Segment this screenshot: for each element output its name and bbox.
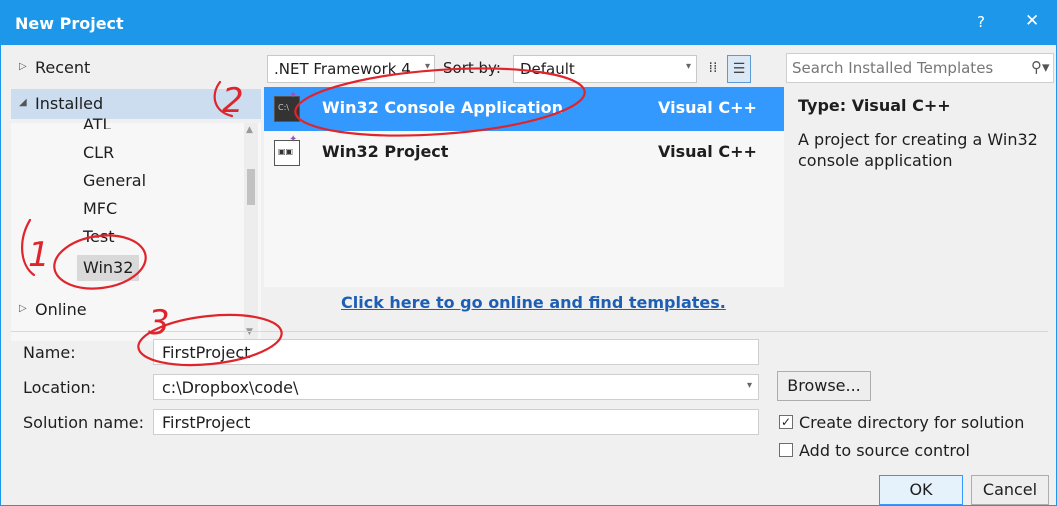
template-item-win32-console[interactable]: C:\ ✦ Win32 Console Application Visual C+… <box>264 87 784 131</box>
divider <box>11 331 1048 332</box>
checkbox-label: Add to source control <box>799 441 970 460</box>
solution-name-value: FirstProject <box>162 413 251 432</box>
tree-node-installed[interactable]: ◢ Installed <box>11 89 261 119</box>
name-label: Name: <box>23 343 76 362</box>
solution-name-label: Solution name: <box>23 413 145 432</box>
win32-project-icon: ▣▣ ✦ <box>274 134 300 166</box>
location-label: Location: <box>23 378 97 397</box>
template-type: Type: Visual C++ <box>798 96 951 115</box>
checkbox-checked-icon[interactable]: ✓ <box>779 415 793 429</box>
template-tree: ▷ Recent ◢ Installed ATL CLR General MFC… <box>11 53 261 341</box>
scroll-down-icon[interactable]: ▼ <box>246 327 253 337</box>
browse-button[interactable]: Browse... <box>777 371 871 401</box>
search-icon[interactable]: ⚲▾ <box>1031 58 1050 76</box>
name-field[interactable]: FirstProject <box>153 339 759 365</box>
tree-item-test[interactable]: Test <box>83 227 115 253</box>
find-templates-online-link[interactable]: Click here to go online and find templat… <box>341 293 726 312</box>
name-value: FirstProject <box>162 343 251 362</box>
tree-node-online[interactable]: ▷ Online <box>11 295 261 325</box>
framework-value: .NET Framework 4 <box>274 60 411 78</box>
sort-value: Default <box>520 60 575 78</box>
tree-item-general[interactable]: General <box>83 171 146 197</box>
console-app-icon: C:\ ✦ <box>274 90 300 122</box>
chevron-down-icon[interactable]: ▾ <box>747 380 752 391</box>
scrollbar-thumb[interactable] <box>247 169 255 205</box>
new-project-dialog: New Project ? ✕ ▷ Recent ◢ Installed ATL… <box>0 0 1057 506</box>
checkbox-unchecked-icon[interactable] <box>779 443 793 457</box>
search-templates-input[interactable]: Search Installed Templates ⚲▾ <box>786 53 1054 83</box>
template-list: C:\ ✦ Win32 Console Application Visual C+… <box>264 87 784 287</box>
sort-dropdown[interactable]: Default ▾ <box>513 55 697 83</box>
location-value: c:\Dropbox\code\ <box>162 378 299 397</box>
tree-node-label: Installed <box>35 94 104 113</box>
list-view-icon[interactable]: ☰ <box>727 55 751 83</box>
sort-by-label: Sort by: <box>443 59 501 77</box>
checkbox-label: Create directory for solution <box>799 413 1025 432</box>
tree-item-win32[interactable]: Win32 <box>77 255 140 281</box>
help-button[interactable]: ? <box>977 13 985 31</box>
collapse-arrow-icon[interactable]: ◢ <box>19 97 27 108</box>
scroll-up-icon[interactable]: ▲ <box>246 125 253 135</box>
template-item-win32-project[interactable]: ▣▣ ✦ Win32 Project Visual C++ <box>264 131 784 175</box>
chevron-down-icon[interactable]: ▾ <box>425 61 430 72</box>
cancel-button[interactable]: Cancel <box>971 475 1049 505</box>
framework-dropdown[interactable]: .NET Framework 4 ▾ <box>267 55 435 83</box>
tree-item-clr[interactable]: CLR <box>83 143 114 169</box>
search-placeholder: Search Installed Templates <box>792 59 994 77</box>
template-name: Win32 Project <box>322 142 449 161</box>
tree-item-atl[interactable]: ATL <box>83 115 111 129</box>
small-icons-view-icon[interactable]: ⁞⁞ <box>701 55 725 83</box>
expand-arrow-icon[interactable]: ▷ <box>19 61 27 72</box>
title-bar: New Project ? ✕ <box>1 1 1056 45</box>
template-description: A project for creating a Win32 console a… <box>798 130 1038 170</box>
tree-node-label: Online <box>35 300 87 319</box>
close-button[interactable]: ✕ <box>1025 11 1039 31</box>
dialog-title: New Project <box>15 14 124 33</box>
location-field[interactable]: c:\Dropbox\code\ ▾ <box>153 374 759 400</box>
expand-arrow-icon[interactable]: ▷ <box>19 303 27 314</box>
tree-node-recent[interactable]: ▷ Recent <box>11 53 261 83</box>
template-language: Visual C++ <box>658 98 757 117</box>
tree-item-mfc[interactable]: MFC <box>83 199 117 225</box>
template-name: Win32 Console Application <box>322 98 563 117</box>
solution-name-field[interactable]: FirstProject <box>153 409 759 435</box>
template-language: Visual C++ <box>658 142 757 161</box>
chevron-down-icon[interactable]: ▾ <box>686 61 691 72</box>
tree-node-label: Recent <box>35 58 91 77</box>
ok-button[interactable]: OK <box>879 475 963 505</box>
